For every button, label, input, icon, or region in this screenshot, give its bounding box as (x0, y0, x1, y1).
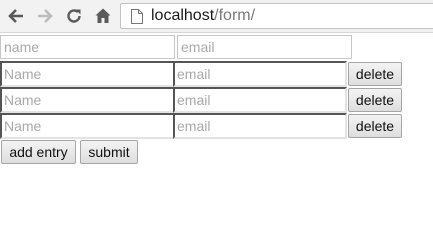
entry-name-input[interactable] (0, 87, 175, 113)
page-icon (131, 9, 143, 24)
reload-icon[interactable] (64, 6, 84, 26)
email-input[interactable] (177, 35, 352, 59)
url-host: localhost (151, 7, 215, 24)
entry-email-input[interactable] (173, 87, 347, 113)
back-arrow-icon[interactable] (6, 6, 26, 26)
name-input[interactable] (0, 35, 175, 59)
home-icon[interactable] (93, 6, 113, 26)
toolbar-divider (0, 32, 433, 33)
entry-name-input[interactable] (0, 113, 175, 139)
submit-button[interactable]: submit (80, 140, 138, 164)
entry-email-input[interactable] (173, 113, 347, 139)
forward-arrow-icon[interactable] (35, 6, 55, 26)
entry-email-input[interactable] (173, 61, 347, 87)
address-bar[interactable]: localhost/form/ (120, 3, 433, 29)
entry-name-input[interactable] (0, 61, 175, 87)
delete-button[interactable]: delete (348, 62, 402, 86)
add-entry-button[interactable]: add entry (1, 140, 76, 164)
url-text: localhost/form/ (151, 6, 255, 26)
delete-button[interactable]: delete (348, 88, 402, 112)
delete-button[interactable]: delete (348, 114, 402, 138)
url-path: /form/ (214, 7, 256, 24)
browser-toolbar: localhost/form/ (0, 0, 433, 32)
